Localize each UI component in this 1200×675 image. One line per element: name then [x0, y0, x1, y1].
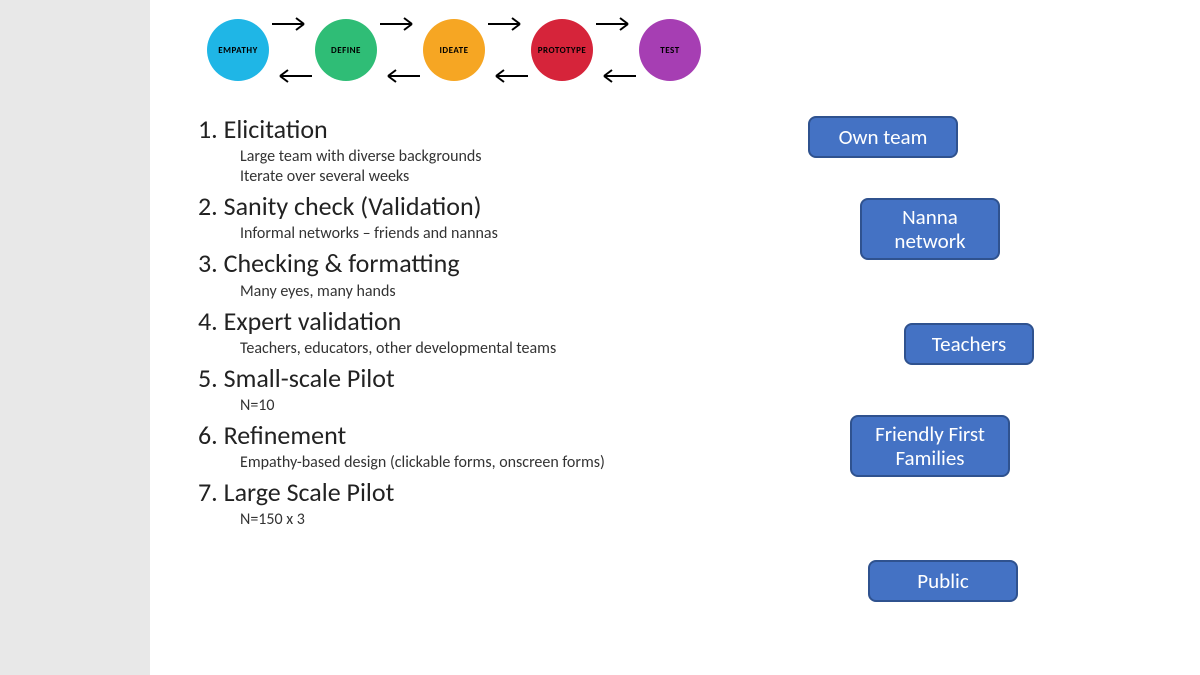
arrow-pair: [278, 10, 306, 90]
step-title: Refinement: [224, 419, 347, 451]
box-public: Public: [868, 560, 1018, 602]
step-title: Large Scale Pilot: [224, 476, 395, 508]
stage-circle: PROTOTYPE: [531, 19, 593, 81]
stage-label: TEST: [660, 45, 679, 56]
step-5: 5. Small-scale Pilot N=10: [198, 363, 758, 416]
step-1: 1. Elicitation Large team with diverse b…: [198, 114, 758, 187]
stage-circle: TEST: [639, 19, 701, 81]
stage-circle: IDEATE: [423, 19, 485, 81]
box-nanna-network: Nanna network: [860, 198, 1000, 260]
step-num: 1.: [198, 113, 218, 145]
step-num: 5.: [198, 362, 218, 394]
step-sub: Large team with diverse backgrounds: [240, 147, 758, 167]
process-row: EMPATHY DEFINE IDEATE PROTOTYPE: [198, 10, 710, 90]
stage-label: IDEATE: [440, 45, 469, 56]
steps-list: 1. Elicitation Large team with diverse b…: [198, 110, 758, 532]
stage-empathy: EMPATHY: [198, 10, 278, 90]
step-num: 3.: [198, 247, 218, 279]
step-title: Checking & formatting: [224, 247, 460, 279]
step-sub: N=10: [240, 396, 758, 416]
step-num: 2.: [198, 190, 218, 222]
stage-label: DEFINE: [331, 45, 361, 56]
step-title: Small-scale Pilot: [224, 362, 395, 394]
box-label: Teachers: [932, 332, 1006, 356]
stage-test: TEST: [630, 10, 710, 90]
stage-ideate: IDEATE: [414, 10, 494, 90]
step-3: 3. Checking & formatting Many eyes, many…: [198, 248, 758, 301]
slide: EMPATHY DEFINE IDEATE PROTOTYPE: [150, 0, 1200, 675]
stage-label: PROTOTYPE: [538, 45, 587, 56]
step-sub: Iterate over several weeks: [240, 167, 758, 187]
step-sub: Teachers, educators, other developmental…: [240, 339, 758, 359]
step-title: Expert validation: [224, 305, 402, 337]
step-6: 6. Refinement Empathy-based design (clic…: [198, 420, 758, 473]
stage-circle: DEFINE: [315, 19, 377, 81]
stage-label: EMPATHY: [218, 45, 258, 56]
step-num: 6.: [198, 419, 218, 451]
step-title: Elicitation: [224, 113, 328, 145]
arrow-pair: [386, 10, 414, 90]
step-num: 7.: [198, 476, 218, 508]
step-sub: Informal networks – friends and nannas: [240, 224, 758, 244]
box-teachers: Teachers: [904, 323, 1034, 365]
step-sub: Empathy-based design (clickable forms, o…: [240, 453, 758, 473]
arrow-pair: [494, 10, 522, 90]
step-sub: Many eyes, many hands: [240, 282, 758, 302]
arrow-pair: [602, 10, 630, 90]
step-7: 7. Large Scale Pilot N=150 x 3: [198, 477, 758, 530]
step-num: 4.: [198, 305, 218, 337]
box-label: Public: [917, 569, 968, 593]
step-2: 2. Sanity check (Validation) Informal ne…: [198, 191, 758, 244]
box-label: Own team: [839, 125, 928, 149]
stage-prototype: PROTOTYPE: [522, 10, 602, 90]
stage-circle: EMPATHY: [207, 19, 269, 81]
box-label: Nanna network: [872, 205, 988, 253]
box-friendly-first-families: Friendly First Families: [850, 415, 1010, 477]
step-4: 4. Expert validation Teachers, educators…: [198, 306, 758, 359]
box-own-team: Own team: [808, 116, 958, 158]
step-sub: N=150 x 3: [240, 510, 758, 530]
step-title: Sanity check (Validation): [224, 190, 482, 222]
box-label: Friendly First Families: [862, 422, 998, 470]
stage-define: DEFINE: [306, 10, 386, 90]
